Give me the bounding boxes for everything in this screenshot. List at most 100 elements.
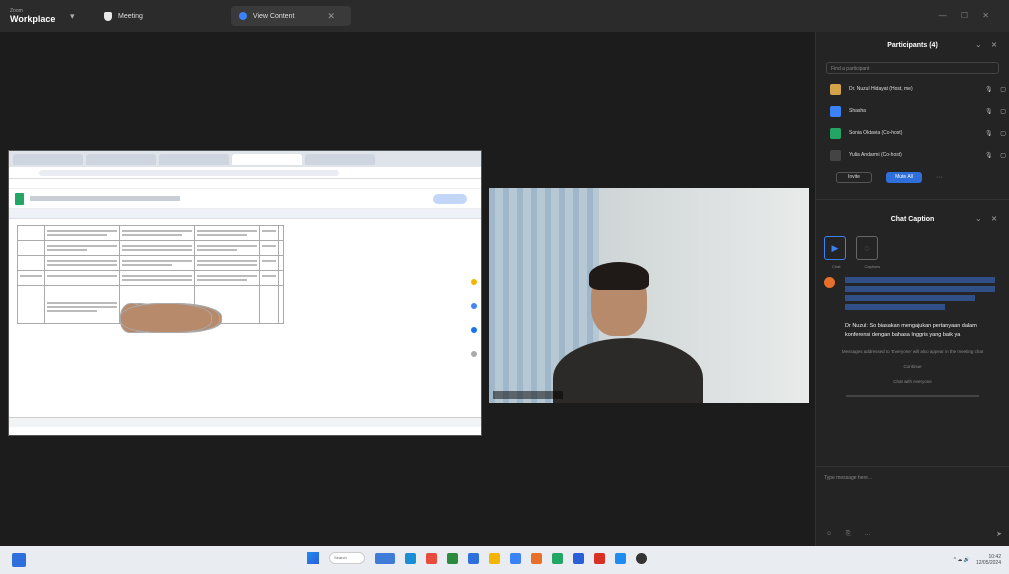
chat-header: Chat Caption ⌄ ✕ <box>816 206 1009 232</box>
widgets-icon[interactable] <box>12 553 26 567</box>
table-cell <box>17 255 45 271</box>
table-cell <box>259 270 279 286</box>
system-note: Messages addressed to 'Everyone' will al… <box>841 349 984 354</box>
participant-actions: Invite Mute All ··· <box>816 166 1009 189</box>
participant-row[interactable]: Yulia Andarmi (Co-host) 🎙 ▢ <box>816 144 1009 166</box>
app-icon[interactable] <box>594 552 605 564</box>
shared-bookmarks-bar <box>9 179 481 189</box>
system-divider <box>846 395 979 397</box>
chat-tools: ▶ ◌ <box>816 232 1009 264</box>
table-cell <box>119 240 195 256</box>
shared-sheet-header <box>9 189 481 209</box>
table-cell <box>278 270 284 286</box>
participants-header: Participants (4) ⌄ ✕ <box>816 32 1009 58</box>
table-cell <box>194 240 260 256</box>
table-cell <box>119 255 195 271</box>
app-logo: Zoom Workplace <box>10 7 62 25</box>
edge-icon[interactable] <box>405 552 416 564</box>
tasks-icon <box>471 303 477 309</box>
tab-view-content[interactable]: View Content ✕ <box>230 6 351 26</box>
plus-icon <box>471 351 477 357</box>
shared-url-bar <box>9 167 481 179</box>
mic-icon[interactable]: 🎙 ▢ <box>985 152 1009 159</box>
shared-screen[interactable] <box>8 150 482 436</box>
tab-view-content-label: View Content <box>252 12 295 20</box>
close-icon[interactable]: ✕ <box>327 11 335 22</box>
sheet-share-button <box>433 193 467 204</box>
start-icon[interactable] <box>307 552 319 564</box>
shield-icon <box>104 11 112 21</box>
zoom-window: Zoom Workplace ▾ Meeting View Content ✕ … <box>0 0 1009 574</box>
contacts-icon <box>471 327 477 333</box>
participant-row[interactable]: Shasha 🎙 ▢ <box>816 100 1009 122</box>
participant-row[interactable]: Sonia Oktavia (Co-host) 🎙 ▢ <box>816 122 1009 144</box>
more-icon[interactable]: ··· <box>936 174 943 181</box>
app-icon[interactable] <box>447 552 458 564</box>
app-icon[interactable] <box>510 552 521 564</box>
participant-video[interactable] <box>489 188 809 403</box>
table-cell <box>259 225 279 241</box>
chat-input-area[interactable]: Type message here... ☺ ⎘ … ➤ <box>816 466 1009 546</box>
chat-input[interactable]: Type message here... <box>816 467 1009 489</box>
participants-title: Participants (4) <box>887 41 938 49</box>
chat-message-text: Dr Nuzul: So biasakan mengajukan pertany… <box>845 323 977 338</box>
tray-icons[interactable]: ^ ☁ 🔊 <box>954 557 970 563</box>
invite-button[interactable]: Invite <box>836 172 872 183</box>
chat-tool-icon[interactable]: ▶ <box>824 236 846 260</box>
meeting-stage <box>0 32 815 546</box>
screen-share-icon <box>238 12 247 20</box>
app-icon[interactable] <box>426 552 437 564</box>
title-bar: Zoom Workplace ▾ Meeting View Content ✕ … <box>0 0 1009 32</box>
emoji-icon[interactable]: ☺ ⎘ … <box>826 531 876 538</box>
chat-options-icon[interactable]: ⌄ ✕ <box>975 215 1001 223</box>
participant-search-input[interactable]: Find a participant <box>826 62 999 74</box>
chat-message: Dr Nuzul: So biasakan mengajukan pertany… <box>816 269 1009 340</box>
shared-browser-tabs <box>9 151 481 167</box>
task-view-icon[interactable] <box>375 552 395 564</box>
browser-tab <box>159 153 229 165</box>
captions-tool-icon[interactable]: ◌ <box>856 236 878 260</box>
taskbar-search[interactable]: Search <box>329 552 365 564</box>
tab-meeting[interactable]: Meeting <box>96 6 151 26</box>
chat-tool-label: Chat <box>832 264 841 269</box>
sheet-toolbar <box>9 209 481 219</box>
avatar <box>830 127 841 139</box>
sheets-logo-icon <box>15 192 24 205</box>
taskbar-center: Search <box>307 552 647 564</box>
zoom-icon[interactable] <box>573 552 584 564</box>
app-icon[interactable] <box>468 552 479 564</box>
send-icon[interactable]: ➤ <box>996 530 1002 538</box>
table-cell <box>119 225 195 241</box>
clock[interactable]: 10:42 12/05/2024 <box>976 554 1001 566</box>
participant-name: Sonia Oktavia (Co-host) <box>849 130 903 136</box>
mic-icon[interactable]: 🎙 ▢ <box>985 108 1009 115</box>
avatar <box>824 277 835 288</box>
file-explorer-icon[interactable] <box>489 552 500 564</box>
app-icon[interactable] <box>552 552 563 564</box>
system-chat-everyone[interactable]: Chat with everyone <box>828 378 997 385</box>
table-cell <box>44 285 120 324</box>
app-icon[interactable] <box>615 552 626 564</box>
mute-all-button[interactable]: Mute All <box>886 172 922 183</box>
highlighted-text <box>845 277 995 283</box>
sheet-title <box>30 196 180 201</box>
calendar-icon <box>471 279 477 285</box>
mic-icon[interactable]: 🎙 ▢ <box>985 130 1009 137</box>
chat-message-body: Dr Nuzul: So biasakan mengajukan pertany… <box>845 277 995 340</box>
mic-icon[interactable]: 🎙 ▢ <box>985 86 1009 93</box>
panel-options-icon[interactable]: ⌄ ✕ <box>975 41 1001 49</box>
participant-name: Dr. Nuzul Hidayat (Host, me) <box>849 86 913 92</box>
app-icon[interactable] <box>531 552 542 564</box>
browser-tab <box>305 153 375 165</box>
browser-tab <box>86 153 156 165</box>
window-controls[interactable]: — ☐ ✕ <box>939 11 995 20</box>
avatar <box>830 83 841 95</box>
chat-title: Chat Caption <box>890 215 935 223</box>
system-continue[interactable]: Continue <box>828 363 997 370</box>
table-cell <box>194 270 260 286</box>
chevron-down-icon[interactable]: ▾ <box>70 11 84 22</box>
highlighted-text <box>845 304 945 310</box>
participant-row[interactable]: Dr. Nuzul Hidayat (Host, me) 🎙 ▢ <box>816 78 1009 100</box>
chrome-icon[interactable] <box>636 552 647 564</box>
tab-meeting-label: Meeting <box>118 12 143 20</box>
